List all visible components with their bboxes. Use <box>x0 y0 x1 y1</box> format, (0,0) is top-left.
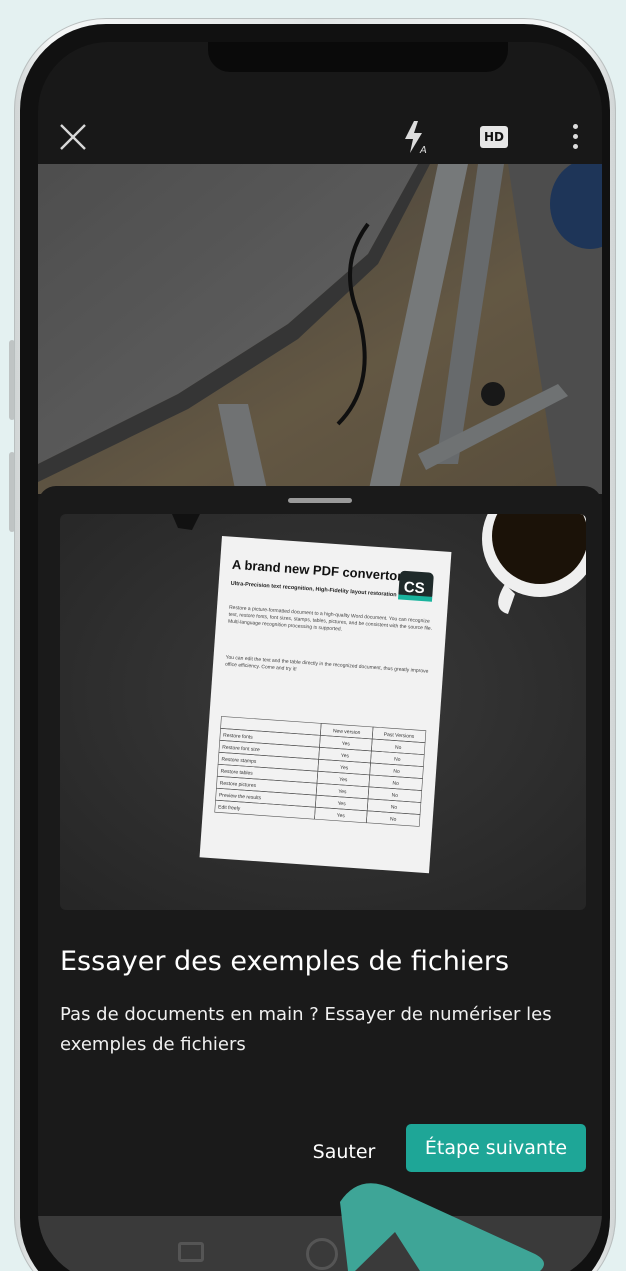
more-vertical-icon[interactable] <box>568 120 582 154</box>
flash-auto-label: A <box>419 145 427 154</box>
sample-doc-table-cell: No <box>393 769 400 775</box>
sample-doc-table-cell: Yes <box>341 753 350 760</box>
sample-doc-table-cell: No <box>394 757 401 763</box>
sample-doc-table-cell: No <box>391 804 398 810</box>
skip-button[interactable]: Sauter <box>284 1129 404 1175</box>
sample-document-image: A brand new PDF convertor Ultra-Precisio… <box>60 514 586 910</box>
camera-toolbar: A HD <box>38 102 602 164</box>
sample-doc-table-cell: Yes <box>337 801 346 808</box>
sheet-description: Pas de documents en main ? Essayer de nu… <box>60 1004 552 1055</box>
sheet-drag-handle[interactable] <box>288 498 352 503</box>
sample-doc-logo: CS <box>403 579 425 597</box>
phone-screen: A HD A brand new PDF convertor Ultra-Pre… <box>38 42 602 1271</box>
sample-doc-table-cell: No <box>391 792 398 798</box>
flash-auto-icon[interactable]: A <box>402 120 428 154</box>
sample-doc-table-cell: Yes <box>341 741 350 748</box>
camera-preview <box>38 164 602 494</box>
close-icon[interactable] <box>58 122 88 152</box>
recents-icon[interactable] <box>178 1242 204 1262</box>
sample-doc-table-cell: No <box>392 781 399 787</box>
sheet-title: Essayer des exemples de fichiers <box>60 946 510 977</box>
bottom-sheet: A brand new PDF convertor Ultra-Precisio… <box>38 486 602 1271</box>
sample-doc-table-cell: No <box>390 816 397 822</box>
sample-doc-table-cell: Yes <box>340 765 349 772</box>
sample-doc-table-cell: Yes <box>336 813 345 820</box>
sample-doc-table-cell: Yes <box>338 789 347 796</box>
sample-doc-table-cell: No <box>395 745 402 751</box>
notch <box>208 42 508 72</box>
sample-doc-table-cell: Yes <box>339 777 348 784</box>
hd-icon[interactable]: HD <box>480 126 508 148</box>
next-step-button[interactable]: Étape suivante <box>406 1124 586 1172</box>
tutorial-arrow-icon <box>340 1183 544 1271</box>
